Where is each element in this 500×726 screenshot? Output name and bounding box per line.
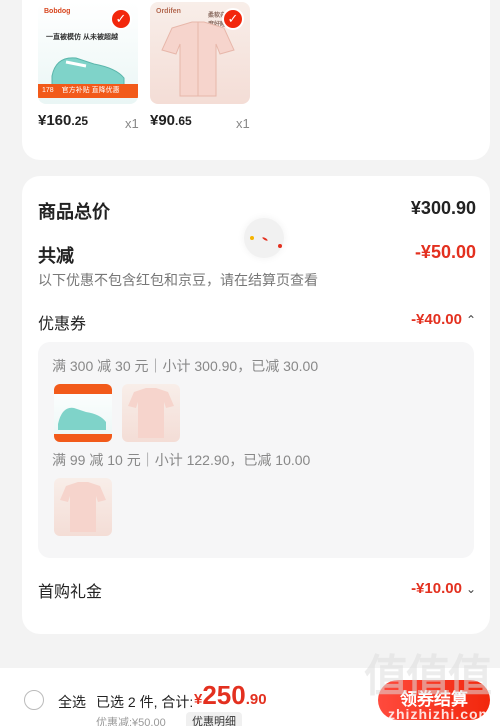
loading-spinner: [244, 218, 284, 258]
coupon-label: 优惠券: [38, 316, 87, 333]
product-qty: x1: [236, 116, 250, 131]
pajama-icon: [161, 21, 235, 97]
goods-total-label: 商品总价: [38, 202, 110, 222]
mini-thumb-pajama: [54, 478, 112, 536]
brand-label: Ordifen: [156, 8, 181, 15]
checkbox-checked-icon[interactable]: ✓: [222, 8, 244, 30]
pajama-icon: [60, 482, 106, 532]
product-thumb-pajama[interactable]: Ordifen 柔软亲肤 深度好睡眠 ✓: [150, 2, 250, 104]
reduction-label: 共减: [38, 246, 74, 266]
select-all-label[interactable]: 全选: [58, 692, 86, 712]
promo-text: 一直被模仿 从未被超越: [46, 34, 118, 41]
product-price: ¥90.65: [150, 112, 192, 129]
watermark-logo: 值值值: [364, 652, 492, 701]
select-all-radio[interactable]: [24, 690, 44, 710]
coupon-rule: 满 99 减 10 元｜小计 122.90，已减 10.00: [52, 452, 311, 468]
bottom-action-bar: 全选 已选 2 件, 合计: ¥250.90 优惠减:¥50.00 优惠明细 领…: [0, 652, 500, 726]
discount-note: 以下优惠不包含红包和京豆，请在结算页查看: [38, 272, 318, 288]
product-qty: x1: [125, 116, 139, 131]
watermark-text: zhizhizhi.com: [388, 706, 492, 722]
reduction-value: -¥50.00: [414, 242, 476, 262]
discount-detail-button[interactable]: 优惠明细: [186, 712, 242, 726]
checkbox-checked-icon[interactable]: ✓: [110, 8, 132, 30]
discount-amount: 优惠减:¥50.00: [96, 717, 166, 726]
coupon-value[interactable]: -¥40.00 ⌃: [411, 311, 476, 328]
coupon-rule: 满 300 减 30 元｜小计 300.90，已减 30.00: [52, 358, 319, 374]
selected-summary: 已选 2 件, 合计:: [96, 694, 194, 710]
coupon-detail-box: 满 300 减 30 元｜小计 300.90，已减 30.00 满 99 减 1…: [38, 342, 474, 558]
shoe-icon: [54, 384, 112, 442]
gift-label: 首购礼金: [38, 584, 103, 601]
total-price: ¥250.90: [194, 680, 267, 710]
product-card: Bobdog 一直被模仿 从未被超越 178 官方补贴 直降优惠 ✓ Ordif…: [22, 0, 490, 160]
goods-total-value: ¥300.90: [410, 198, 476, 218]
product-thumb-shoe[interactable]: Bobdog 一直被模仿 从未被超越 178 官方补贴 直降优惠 ✓: [38, 2, 138, 104]
gift-value[interactable]: -¥10.00 ⌄: [411, 580, 476, 597]
promo-strip: 178 官方补贴 直降优惠: [38, 84, 138, 98]
brand-label: Bobdog: [44, 8, 71, 15]
chevron-down-icon: ⌄: [465, 582, 476, 596]
mini-thumb-shoe: [54, 384, 112, 442]
chevron-up-icon: ⌃: [465, 313, 476, 327]
pajama-icon: [128, 388, 174, 438]
product-price: ¥160.25: [38, 112, 89, 129]
mini-thumb-pajama: [122, 384, 180, 442]
